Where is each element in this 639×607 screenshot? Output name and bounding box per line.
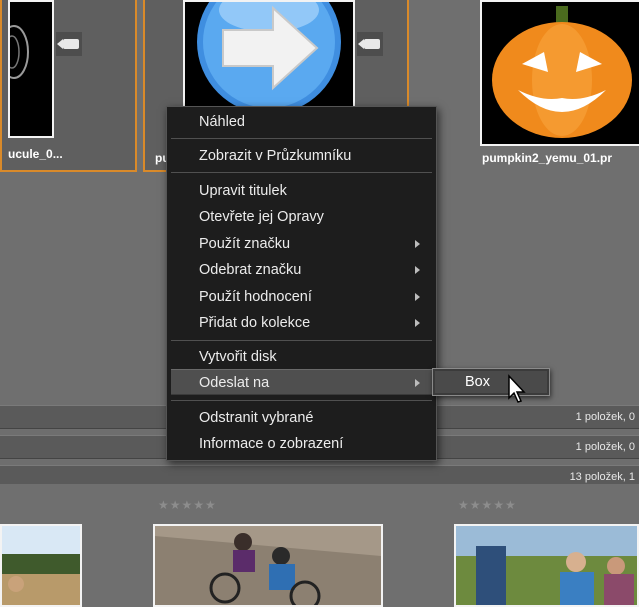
- menu-item-open-corrections[interactable]: Otevřete jej Opravy: [171, 204, 432, 230]
- menu-item-label: Odeslat na: [199, 375, 270, 391]
- tag-icon: [57, 39, 79, 49]
- thumbnail-caption: ucule_0...: [8, 147, 63, 161]
- chevron-right-icon: [415, 379, 420, 387]
- menu-item-remove-tag[interactable]: Odebrat značku: [171, 257, 432, 283]
- chevron-right-icon: [415, 266, 420, 274]
- group-item-count: 1 položek, 0: [575, 441, 635, 453]
- tag-marker: [56, 32, 82, 56]
- menu-item-label: Použít značku: [199, 236, 291, 252]
- thumbnail-image: [183, 0, 355, 114]
- chevron-right-icon: [415, 240, 420, 248]
- menu-item-preview[interactable]: Náhled: [171, 109, 432, 135]
- photo-thumbnail[interactable]: [0, 524, 82, 607]
- media-thumbnail-card[interactable]: ucule_0...: [0, 0, 137, 172]
- menu-item-label: Použít hodnocení: [199, 289, 312, 305]
- group-item-count: 1 položek, 0: [575, 411, 635, 423]
- menu-item-delete-selected[interactable]: Odstranit vybrané: [171, 405, 432, 431]
- menu-item-show-in-explorer[interactable]: Zobrazit v Průzkumníku: [171, 143, 432, 169]
- menu-item-send-to[interactable]: Odeslat na: [171, 369, 432, 395]
- photo-thumbnail[interactable]: [153, 524, 383, 607]
- menu-separator: [171, 400, 432, 401]
- context-menu: Náhled Zobrazit v Průzkumníku Upravit ti…: [166, 106, 437, 461]
- tag-marker: [357, 32, 383, 56]
- thumbnail-caption: pumpkin2_yemu_01.pr: [482, 151, 613, 165]
- menu-item-create-disc[interactable]: Vytvořit disk: [171, 344, 432, 370]
- chevron-right-icon: [415, 319, 420, 327]
- menu-separator: [171, 138, 432, 139]
- chevron-right-icon: [415, 293, 420, 301]
- photo-thumbnail[interactable]: [454, 524, 639, 607]
- menu-item-edit-title[interactable]: Upravit titulek: [171, 178, 432, 204]
- submenu-item-box[interactable]: Box: [435, 371, 547, 393]
- menu-item-apply-tag[interactable]: Použít značku: [171, 231, 432, 257]
- menu-item-apply-rating[interactable]: Použít hodnocení: [171, 284, 432, 310]
- rating-stars[interactable]: ★★★★★: [458, 498, 517, 512]
- menu-item-add-to-collection[interactable]: Přidat do kolekce: [171, 310, 432, 336]
- send-to-submenu: Box: [432, 368, 550, 396]
- menu-separator: [171, 172, 432, 173]
- menu-item-label: Odebrat značku: [199, 262, 302, 278]
- media-library-grid-lower: ★★★★★ ★★★★★: [0, 484, 639, 607]
- group-item-count: 13 položek, 1: [569, 471, 635, 483]
- thumbnail-image: [480, 0, 639, 146]
- mouse-cursor-icon: [507, 374, 527, 409]
- thumbnail-image: [0, 0, 54, 138]
- rating-stars[interactable]: ★★★★★: [158, 498, 217, 512]
- media-thumbnail-card[interactable]: pumpkin2_yemu_01.pr: [472, 0, 639, 172]
- menu-separator: [171, 340, 432, 341]
- menu-item-label: Přidat do kolekce: [199, 315, 311, 331]
- tag-icon: [358, 39, 380, 49]
- menu-item-view-info[interactable]: Informace o zobrazení: [171, 431, 432, 457]
